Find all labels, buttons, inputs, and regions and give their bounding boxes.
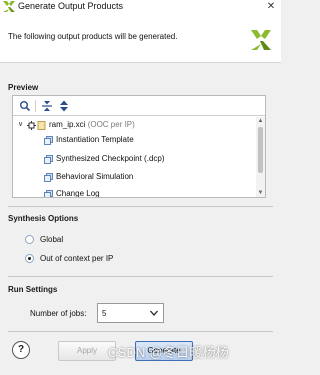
search-icon[interactable] xyxy=(19,100,31,112)
scroll-up-icon[interactable]: ▲ xyxy=(256,117,265,125)
dialog-header: The following output products will be ge… xyxy=(0,13,281,63)
toolbar-separator xyxy=(35,100,36,112)
tree-root-label: ram_ip.xci (OOC per IP) xyxy=(49,118,135,132)
section-divider xyxy=(8,206,273,207)
output-product-icon xyxy=(44,190,53,197)
header-description: The following output products will be ge… xyxy=(8,32,178,41)
chevron-down-icon[interactable] xyxy=(149,308,159,318)
xilinx-logo-icon xyxy=(3,1,15,12)
expand-all-icon[interactable] xyxy=(58,100,70,112)
section-divider xyxy=(8,331,273,332)
ooc-per-ip-radio[interactable] xyxy=(25,254,34,263)
collapse-all-icon[interactable] xyxy=(41,100,53,112)
scrollbar-thumb[interactable] xyxy=(258,127,263,173)
help-button[interactable]: ? xyxy=(12,341,30,359)
global-radio[interactable] xyxy=(25,235,34,244)
window-title: Generate Output Products xyxy=(18,1,124,11)
output-product-icon xyxy=(44,173,53,182)
run-settings-label: Run Settings xyxy=(8,285,58,294)
scroll-down-icon[interactable]: ▼ xyxy=(256,189,265,197)
preview-panel: ∨ ram_ip.xci (OOC per IP) Instantiation xyxy=(12,95,266,198)
file-icon xyxy=(37,121,46,130)
title-bar: Generate Output Products ✕ xyxy=(0,0,281,13)
close-icon[interactable]: ✕ xyxy=(264,0,278,13)
tree-item-label: Synthesized Checkpoint (.dcp) xyxy=(56,154,165,163)
output-product-icon xyxy=(44,155,53,164)
ooc-per-ip-radio-label[interactable]: Out of context per IP xyxy=(40,254,113,263)
tree-scrollbar[interactable]: ▲ ▼ xyxy=(256,117,265,197)
root-filename: ram_ip.xci xyxy=(49,120,86,129)
preview-label: Preview xyxy=(8,83,39,92)
tree-item-label: Instantiation Template xyxy=(56,135,134,144)
ip-core-icon xyxy=(27,121,36,130)
jobs-value: 5 xyxy=(102,309,107,318)
global-radio-label[interactable]: Global xyxy=(40,235,63,244)
section-divider xyxy=(8,276,273,277)
tree-item-label: Change Log xyxy=(56,189,100,197)
xilinx-logo-icon xyxy=(251,30,271,50)
jobs-select[interactable]: 5 xyxy=(97,303,164,323)
output-products-tree: ∨ ram_ip.xci (OOC per IP) Instantiation xyxy=(13,117,256,197)
output-product-icon xyxy=(44,136,53,145)
preview-toolbar xyxy=(13,96,265,116)
jobs-label: Number of jobs: xyxy=(30,309,87,318)
chevron-down-icon[interactable]: ∨ xyxy=(18,118,23,132)
synthesis-options-label: Synthesis Options xyxy=(8,214,79,223)
tree-item-label: Behavioral Simulation xyxy=(56,172,134,181)
watermark-text: CSDN @冬日暖杨杨 xyxy=(108,345,229,360)
root-suffix: (OOC per IP) xyxy=(87,120,135,129)
